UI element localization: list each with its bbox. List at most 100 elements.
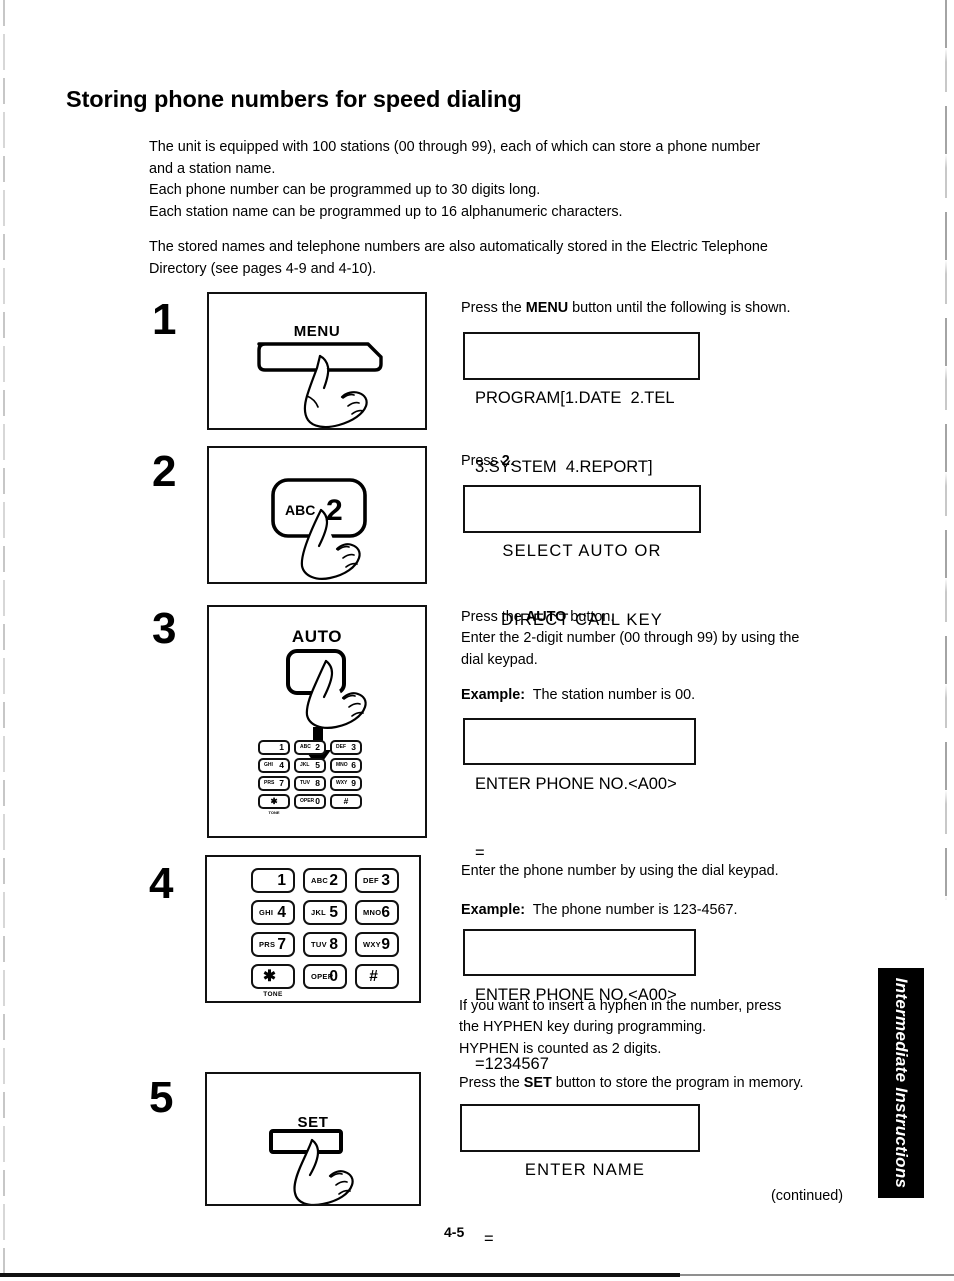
keypad-key-digit: 8 [315, 778, 320, 789]
menu-press-illustration [257, 342, 383, 428]
step-number-2: 2 [152, 447, 177, 496]
step-2-illustration: ABC 2 [207, 446, 427, 584]
svg-text:2: 2 [326, 494, 343, 527]
abc2-key-press-illustration: ABC 2 [271, 478, 367, 580]
set-press-illustration [269, 1129, 354, 1204]
keypad-key-digit: 5 [329, 903, 338, 921]
step-4-illustration: 1 ABC 2 DEF 3 GHI 4 JKL 5 MNO 6 PRS 7 TUV 8 WXY 9 ✱ TONE OP… [205, 855, 421, 1003]
keypad-key-8[interactable]: TUV 8 [303, 932, 347, 957]
scan-artifact-left-margin [3, 0, 5, 1281]
keypad-key-3[interactable]: DEF 3 [330, 740, 362, 755]
step-4-example: Example: The phone number is 123-4567. [461, 900, 861, 921]
keypad-key-letters: OPER [311, 971, 334, 981]
keypad-key-letters: WXY [336, 780, 348, 786]
keypad-key-letters: ABC [311, 875, 329, 885]
keypad-key-3[interactable]: DEF 3 [355, 868, 399, 893]
keypad-key-letters: JKL [300, 762, 310, 768]
auto-keyword: AUTO [525, 609, 567, 625]
keypad-key-star[interactable]: ✱ TONE [258, 794, 290, 815]
keypad-key-digit: 6 [351, 760, 356, 771]
keypad-key-8[interactable]: TUV 8 [294, 776, 326, 791]
keypad-key-digit: 3 [381, 871, 390, 889]
step-4-instruction: Enter the phone number by using the dial… [461, 861, 861, 882]
intro-line-5: The stored names and telephone numbers a… [149, 239, 768, 255]
step-5-illustration: SET [205, 1072, 421, 1206]
step-number-1: 1 [152, 295, 177, 344]
step-3-instruction-line-3: dial keypad. [461, 651, 538, 668]
keypad-key-4[interactable]: GHI 4 [251, 900, 295, 925]
dial-keypad-small[interactable]: 1 ABC 2 DEF 3 GHI 4 JKL 5 MNO 6 PRS 7 TUV 8 WXY 9 ✱ TONE OP… [258, 740, 362, 815]
step-3-lcd-display: ENTER PHONE NO.<A00> = [463, 718, 696, 862]
step-number-3: 3 [152, 604, 177, 653]
keypad-key-digit: 7 [277, 935, 286, 953]
keypad-key-6[interactable]: MNO 6 [330, 758, 362, 773]
lcd-line-1: ENTER PHONE NO.<A00> [475, 775, 677, 793]
step-1-illustration: MENU [207, 292, 427, 430]
keypad-key-1[interactable]: 1 [258, 740, 290, 755]
keypad-key-digit: 9 [351, 778, 356, 789]
example-text: The station number is 00. [532, 687, 696, 703]
keypad-key-letters: DEF [336, 744, 346, 750]
step-number-4: 4 [149, 859, 174, 908]
keypad-key-2[interactable]: ABC 2 [294, 740, 326, 755]
keypad-key-digit: # [343, 796, 349, 807]
keypad-key-letters: MNO [336, 762, 348, 768]
keypad-key-digit: # [369, 967, 378, 985]
scan-artifact-bottom-bar-light [680, 1274, 954, 1276]
keypad-key-letters: OPER [300, 798, 315, 804]
intro-line-6: Directory (see pages 4-9 and 4-10). [149, 260, 377, 277]
keypad-key-5[interactable]: JKL 5 [303, 900, 347, 925]
lcd-line-1: PROGRAM[1.DATE 2.TEL [475, 389, 675, 407]
keypad-key-0[interactable]: OPER 0 [303, 964, 347, 989]
keypad-key-1[interactable]: 1 [251, 868, 295, 893]
keypad-key-letters: TUV [300, 780, 310, 786]
step-3-instruction-line-2: Enter the 2-digit number (00 through 99)… [461, 630, 800, 647]
step-2-instruction-text: Press 2. [461, 453, 514, 469]
step-number-5: 5 [149, 1073, 174, 1122]
keypad-key-letters: WXY [363, 939, 381, 949]
keypad-key-6[interactable]: MNO 6 [355, 900, 399, 925]
keypad-key-4[interactable]: GHI 4 [258, 758, 290, 773]
side-tab-intermediate-instructions: Intermediate Instructions [878, 968, 924, 1198]
keypad-key-letters: ABC [300, 744, 311, 750]
keypad-key-7[interactable]: PRS 7 [258, 776, 290, 791]
keypad-key-9[interactable]: WXY 9 [355, 932, 399, 957]
intro-spacer [149, 223, 859, 237]
keypad-key-digit: ✱ [263, 967, 276, 985]
keypad-key-hash[interactable]: # [330, 794, 362, 809]
keypad-key-digit: 7 [279, 778, 284, 789]
dial-keypad-large[interactable]: 1 ABC 2 DEF 3 GHI 4 JKL 5 MNO 6 PRS 7 TUV 8 WXY 9 ✱ TONE OP… [251, 868, 399, 998]
keypad-key-letters: JKL [311, 907, 327, 917]
keypad-key-hash[interactable]: # [355, 964, 399, 989]
intro-line-3: Each phone number can be programmed up t… [149, 182, 541, 198]
svg-text:ABC: ABC [285, 502, 315, 518]
example-label: Example: [461, 687, 525, 703]
keypad-key-tone-label: TONE [263, 991, 283, 998]
side-tab-label: Intermediate Instructions [892, 977, 911, 1189]
keypad-key-9[interactable]: WXY 9 [330, 776, 362, 791]
step-1-instruction: Press the MENU button until the followin… [461, 298, 861, 319]
intro-line-2: and a station name. [149, 160, 276, 177]
keypad-key-7[interactable]: PRS 7 [251, 932, 295, 957]
step-3-instruction: Press the AUTO button. Enter the 2-digit… [461, 607, 861, 671]
keypad-key-digit: 3 [351, 742, 356, 753]
step-4-instruction-line-1: Enter the phone number by using the dial… [461, 863, 779, 879]
step-4-lcd-display: ENTER PHONE NO.<A00> =1234567 [463, 929, 696, 1073]
menu-keyword: MENU [525, 300, 569, 316]
intro-line-1: The unit is equipped with 100 stations (… [149, 139, 761, 155]
step-2-instruction: Press 2. [461, 451, 861, 472]
keypad-key-digit: 4 [279, 760, 284, 771]
lcd-line-2: = [484, 1230, 494, 1248]
keypad-key-digit: 4 [277, 903, 286, 921]
lcd-line-1: SELECT AUTO OR [502, 542, 662, 560]
keypad-key-digit: 1 [279, 742, 284, 753]
keypad-key-star[interactable]: ✱ TONE [251, 964, 295, 998]
set-keyword: SET [523, 1075, 552, 1091]
keypad-key-5[interactable]: JKL 5 [294, 758, 326, 773]
keypad-key-letters: TUV [311, 939, 327, 949]
keypad-key-digit: 2 [315, 742, 320, 753]
keypad-key-tone-label: TONE [268, 810, 280, 815]
hyphen-note-line-3: HYPHEN is counted as 2 digits. [459, 1040, 662, 1057]
keypad-key-2[interactable]: ABC 2 [303, 868, 347, 893]
keypad-key-0[interactable]: OPER 0 [294, 794, 326, 809]
